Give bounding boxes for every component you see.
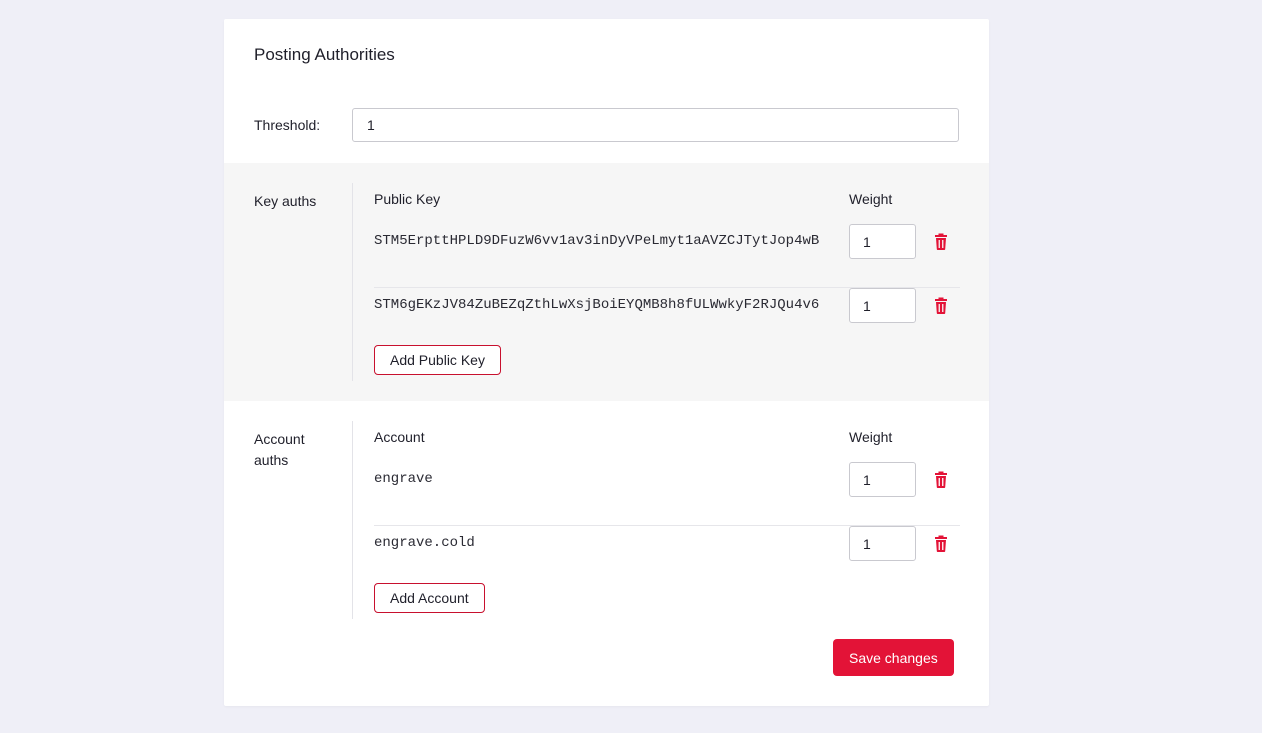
page-title: Posting Authorities	[254, 45, 395, 64]
account-weight-input[interactable]	[849, 526, 916, 561]
public-key-value: STM6gEKzJV84ZuBEZqZthLwXsjBoiEYQMB8h8fUL…	[374, 297, 820, 313]
account-value: engrave	[374, 471, 433, 487]
key-auths-section: Key auths Public Key Weight STM5ErpttHPL…	[224, 163, 989, 401]
trash-icon[interactable]	[931, 470, 951, 490]
save-changes-button[interactable]: Save changes	[833, 639, 954, 676]
key-weight-input[interactable]	[849, 288, 916, 323]
posting-authorities-card: Posting Authorities Threshold: Key auths…	[224, 19, 989, 706]
account-auths-section: Account auths Account Weight engrave eng…	[224, 401, 989, 639]
weight-column-header: Weight	[849, 429, 893, 445]
threshold-input[interactable]	[352, 108, 959, 142]
trash-icon[interactable]	[931, 296, 951, 316]
account-column-header: Account	[374, 429, 425, 445]
key-auths-body: Public Key Weight STM5ErpttHPLD9DFuzW6vv…	[352, 183, 960, 381]
key-auths-label: Key auths	[254, 193, 317, 209]
account-auth-row: engrave.cold	[374, 526, 960, 590]
account-value: engrave.cold	[374, 535, 475, 551]
key-auth-row: STM5ErpttHPLD9DFuzW6vv1av3inDyVPeLmyt1aA…	[374, 224, 960, 288]
key-auth-row: STM6gEKzJV84ZuBEZqZthLwXsjBoiEYQMB8h8fUL…	[374, 288, 960, 352]
trash-icon[interactable]	[931, 232, 951, 252]
account-auth-row: engrave	[374, 462, 960, 526]
public-key-value: STM5ErpttHPLD9DFuzW6vv1av3inDyVPeLmyt1aA…	[374, 233, 820, 249]
key-weight-input[interactable]	[849, 224, 916, 259]
threshold-label: Threshold:	[254, 117, 321, 133]
account-weight-input[interactable]	[849, 462, 916, 497]
public-key-column-header: Public Key	[374, 191, 441, 207]
account-auths-body: Account Weight engrave engrave.cold Add …	[352, 421, 960, 619]
weight-column-header: Weight	[849, 191, 893, 207]
trash-icon[interactable]	[931, 534, 951, 554]
account-auths-label: Account auths	[254, 431, 305, 468]
add-public-key-button[interactable]: Add Public Key	[374, 345, 501, 375]
add-account-button[interactable]: Add Account	[374, 583, 485, 613]
